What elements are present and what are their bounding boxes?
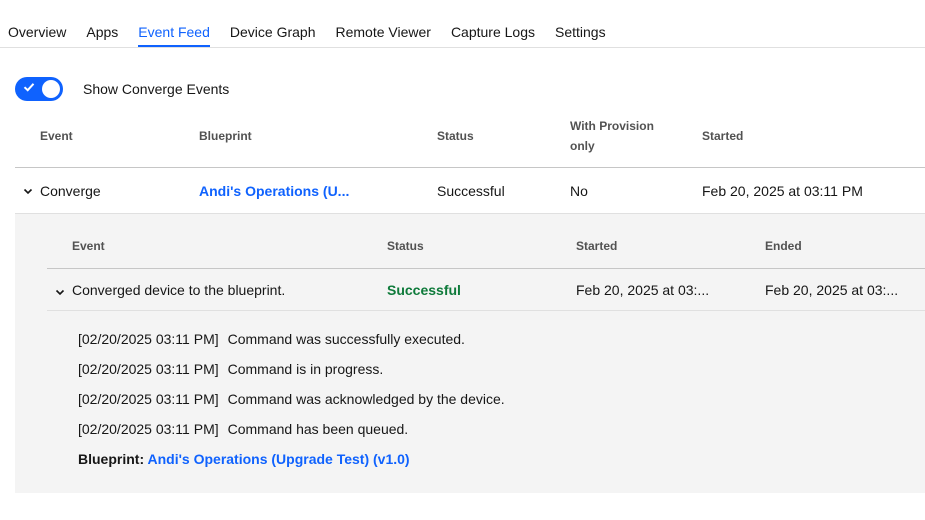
expanded-panel: Event Status Started Ended Converged dev…	[15, 214, 925, 493]
table-row[interactable]: Converge Andi's Operations (U... Success…	[15, 168, 925, 214]
log-timestamp: [02/20/2025 03:11 PM]	[78, 391, 219, 407]
tab-apps[interactable]: Apps	[86, 18, 118, 47]
show-converge-toggle[interactable]	[15, 77, 63, 101]
chevron-down-icon	[23, 188, 33, 195]
tab-device-graph[interactable]: Device Graph	[230, 18, 316, 47]
blueprint-label: Blueprint:	[78, 451, 145, 467]
log-message: Command was successfully executed.	[227, 331, 465, 347]
converge-toggle-row: Show Converge Events	[15, 77, 229, 101]
header-event: Event	[40, 129, 73, 143]
toggle-knob	[42, 80, 60, 98]
log-line: [02/20/2025 03:11 PM] Command is in progr…	[78, 354, 505, 384]
row-blueprint-link[interactable]: Andi's Operations (U...	[199, 181, 349, 201]
header-with-provision: With Provision	[570, 119, 654, 133]
log-line: [02/20/2025 03:11 PM] Command has been qu…	[78, 414, 505, 444]
blueprint-line: Blueprint: Andi's Operations (Upgrade Te…	[78, 444, 505, 474]
log-line: [02/20/2025 03:11 PM] Command was acknowl…	[78, 384, 505, 414]
sub-row-ended: Feb 20, 2025 at 03:...	[765, 282, 899, 298]
sub-events-table-header: Event Status Started Ended	[47, 226, 925, 269]
header-started: Started	[702, 129, 744, 143]
toggle-label: Show Converge Events	[83, 81, 230, 97]
tab-capture-logs[interactable]: Capture Logs	[451, 18, 535, 47]
tab-event-feed[interactable]: Event Feed	[138, 18, 210, 47]
row-started: Feb 20, 2025 at 03:11 PM	[702, 183, 863, 199]
log-timestamp: [02/20/2025 03:11 PM]	[78, 361, 219, 377]
tab-settings[interactable]: Settings	[555, 18, 606, 47]
log-message: Command was acknowledged by the device.	[227, 391, 505, 407]
checkmark-icon	[23, 83, 35, 92]
sub-header-started: Started	[576, 239, 618, 253]
log-line: [02/20/2025 03:11 PM] Command was success…	[78, 324, 505, 354]
blueprint-link[interactable]: Andi's Operations (Upgrade Test) (v1.0)	[147, 451, 409, 467]
sub-header-ended: Ended	[765, 239, 802, 253]
log-timestamp: [02/20/2025 03:11 PM]	[78, 331, 219, 347]
sub-header-status: Status	[387, 239, 424, 253]
sub-header-event: Event	[72, 239, 105, 253]
sub-row-event: Converged device to the blueprint.	[72, 282, 286, 298]
log-timestamp: [02/20/2025 03:11 PM]	[78, 421, 219, 437]
tab-bar: Overview Apps Event Feed Device Graph Re…	[0, 18, 925, 48]
log-message: Command is in progress.	[227, 361, 384, 377]
row-event: Converge	[40, 183, 101, 199]
command-log: [02/20/2025 03:11 PM] Command was success…	[78, 324, 505, 474]
log-message: Command has been queued.	[227, 421, 409, 437]
row-status: Successful	[437, 183, 505, 199]
header-status: Status	[437, 129, 474, 143]
sub-row-status: Successful	[387, 282, 461, 298]
header-with-provision-only: only	[570, 139, 595, 153]
sub-expand-chevron[interactable]	[54, 284, 66, 302]
row-with-provision: No	[570, 183, 588, 199]
sub-row-started: Feb 20, 2025 at 03:...	[576, 282, 710, 298]
tab-remote-viewer[interactable]: Remote Viewer	[335, 18, 430, 47]
header-blueprint: Blueprint	[199, 129, 252, 143]
tab-overview[interactable]: Overview	[8, 18, 66, 47]
events-table-header: Event Blueprint Status With Provision on…	[15, 112, 925, 168]
table-row[interactable]: Converged device to the blueprint. Succe…	[47, 269, 925, 311]
expand-chevron[interactable]	[22, 182, 34, 202]
chevron-down-icon	[55, 289, 65, 296]
